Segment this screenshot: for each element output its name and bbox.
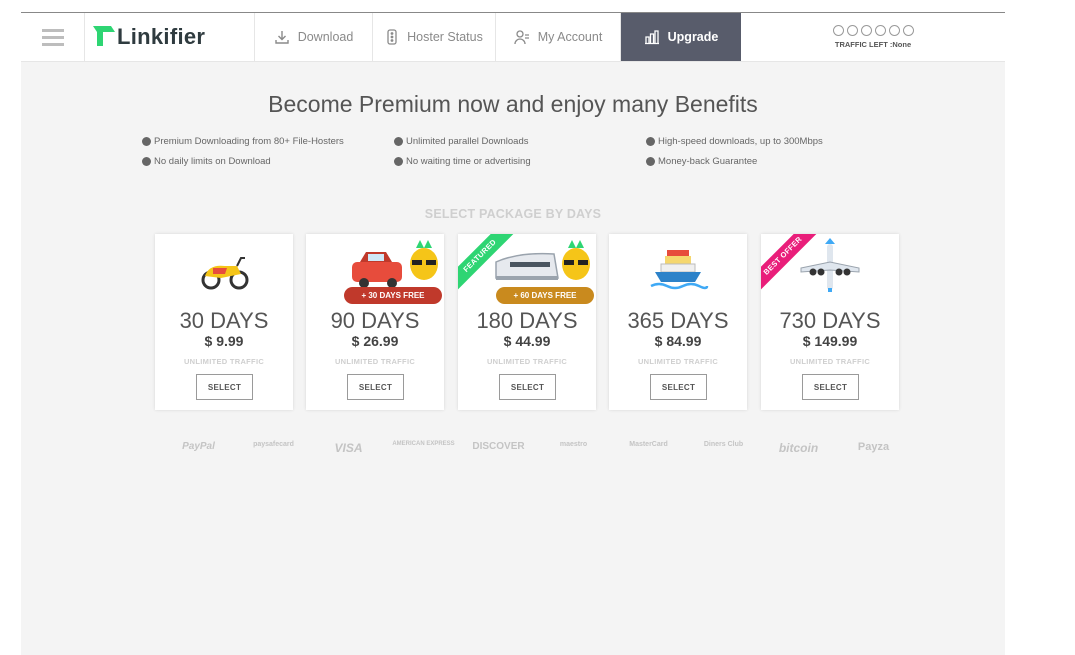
american-express-logo: AMERICAN EXPRESS: [392, 441, 455, 447]
select-button[interactable]: SELECT: [802, 374, 859, 400]
package-card-30: 30 DAYS $ 9.99 UNLIMITED TRAFFIC SELECT: [155, 234, 293, 410]
mastercard-logo: MasterCard: [629, 441, 668, 448]
package-card-730: BEST OFFER 730 DAYS $ 149.99 UNLIMITED T…: [761, 234, 899, 410]
app-frame: Linkifier Download Hoster Status My Acco…: [21, 12, 1005, 655]
maestro-logo: maestro: [559, 441, 588, 448]
select-package-heading: SELECT PACKAGE BY DAYS: [424, 207, 602, 221]
top-bar: Linkifier Download Hoster Status My Acco…: [21, 13, 1005, 62]
benefit-item: Unlimited parallel Downloads: [394, 135, 646, 147]
user-icon: [514, 30, 529, 45]
diners-club-logo: Diners Club: [703, 441, 744, 448]
bullet-icon: [646, 156, 655, 166]
benefit-text: Unlimited parallel Downloads: [406, 135, 529, 147]
package-traffic: UNLIMITED TRAFFIC: [486, 357, 568, 366]
promo-badge: + 30 DAYS FREE: [344, 287, 442, 304]
traffic-dot: [846, 25, 858, 36]
traffic-dot: [832, 25, 844, 36]
benefit-item: Money-back Guarantee: [646, 155, 898, 167]
menu-icon[interactable]: [21, 13, 85, 61]
select-button[interactable]: SELECT: [499, 374, 556, 400]
nav-upgrade[interactable]: Upgrade: [621, 13, 741, 61]
nav-upgrade-label: Upgrade: [667, 30, 719, 44]
nav-hoster-status[interactable]: Hoster Status: [373, 13, 496, 61]
benefits-list: Premium Downloading from 80+ File-Hoster…: [142, 135, 902, 167]
paypal-logo: PayPal: [182, 441, 215, 452]
traffic-dot: [902, 25, 914, 36]
nav-my-account[interactable]: My Account: [496, 13, 621, 61]
discover-logo: DISCOVER: [472, 441, 525, 452]
ship-icon: [650, 250, 709, 290]
traffic-dot: [860, 25, 872, 36]
package-price: $ 44.99: [503, 333, 551, 349]
package-traffic: UNLIMITED TRAFFIC: [637, 357, 719, 366]
select-button[interactable]: SELECT: [196, 374, 253, 400]
logo-mark-icon: [93, 26, 115, 46]
package-days: 730 DAYS: [779, 308, 881, 333]
bullet-icon: [142, 156, 151, 166]
select-button[interactable]: SELECT: [347, 374, 404, 400]
logo[interactable]: Linkifier: [85, 13, 255, 61]
traffic-dot: [874, 25, 886, 36]
bullet-icon: [394, 156, 403, 166]
benefit-text: No daily limits on Download: [154, 155, 271, 167]
package-days: 90 DAYS: [330, 308, 420, 333]
traffic-light-icon: [387, 29, 397, 45]
download-icon: [275, 31, 289, 44]
package-card-365: 365 DAYS $ 84.99 UNLIMITED TRAFFIC SELEC…: [609, 234, 747, 410]
scooter-icon: [201, 257, 249, 290]
traffic-dots: [832, 25, 914, 36]
benefit-text: No waiting time or advertising: [406, 155, 531, 167]
bullet-icon: [142, 136, 151, 146]
bullet-icon: [646, 136, 655, 146]
package-days: 365 DAYS: [627, 308, 729, 333]
nav-my-account-label: My Account: [537, 30, 603, 44]
benefit-item: No daily limits on Download: [142, 155, 394, 167]
benefit-item: Premium Downloading from 80+ File-Hoster…: [142, 135, 394, 147]
chart-icon: [644, 30, 659, 45]
nav-download-label: Download: [297, 30, 354, 44]
traffic-indicator: TRAFFIC LEFT :None: [741, 13, 1005, 61]
select-button[interactable]: SELECT: [650, 374, 707, 400]
package-card-180: FEATURED + 60 DAYS FREE 180 DAYS $ 44.99…: [458, 234, 596, 410]
package-price: $ 9.99: [204, 333, 244, 349]
payza-logo: Payza: [857, 441, 890, 453]
package-traffic: UNLIMITED TRAFFIC: [183, 357, 265, 366]
traffic-left-label: TRAFFIC LEFT :None: [834, 40, 912, 49]
benefit-text: Money-back Guarantee: [658, 155, 758, 167]
logo-text: Linkifier: [117, 24, 206, 49]
package-price: $ 84.99: [654, 333, 702, 349]
benefit-text: Premium Downloading from 80+ File-Hoster…: [154, 135, 344, 147]
visa-logo: VISA: [334, 441, 363, 455]
nav-download[interactable]: Download: [255, 13, 373, 61]
package-traffic: UNLIMITED TRAFFIC: [789, 357, 871, 366]
package-traffic: UNLIMITED TRAFFIC: [334, 357, 416, 366]
nav-hoster-status-label: Hoster Status: [407, 30, 483, 44]
benefit-item: No waiting time or advertising: [394, 155, 646, 167]
bitcoin-logo: bitcoin: [778, 441, 819, 455]
package-card-90: + 30 DAYS FREE 90 DAYS $ 26.99 UNLIMITED…: [306, 234, 444, 410]
promo-badge: + 60 DAYS FREE: [496, 287, 594, 304]
paysafecard-logo: paysafecard: [253, 441, 294, 448]
payment-methods: PayPal paysafecard VISA AMERICAN EXPRESS…: [161, 441, 911, 455]
benefit-text: High-speed downloads, up to 300Mbps: [658, 135, 823, 147]
package-days: 180 DAYS: [476, 308, 578, 333]
bullet-icon: [394, 136, 403, 146]
package-days: 30 DAYS: [179, 308, 269, 333]
package-price: $ 149.99: [802, 333, 858, 349]
traffic-dot: [888, 25, 900, 36]
benefit-item: High-speed downloads, up to 300Mbps: [646, 135, 898, 147]
page-title: Become Premium now and enjoy many Benefi…: [268, 91, 758, 117]
package-price: $ 26.99: [351, 333, 399, 349]
